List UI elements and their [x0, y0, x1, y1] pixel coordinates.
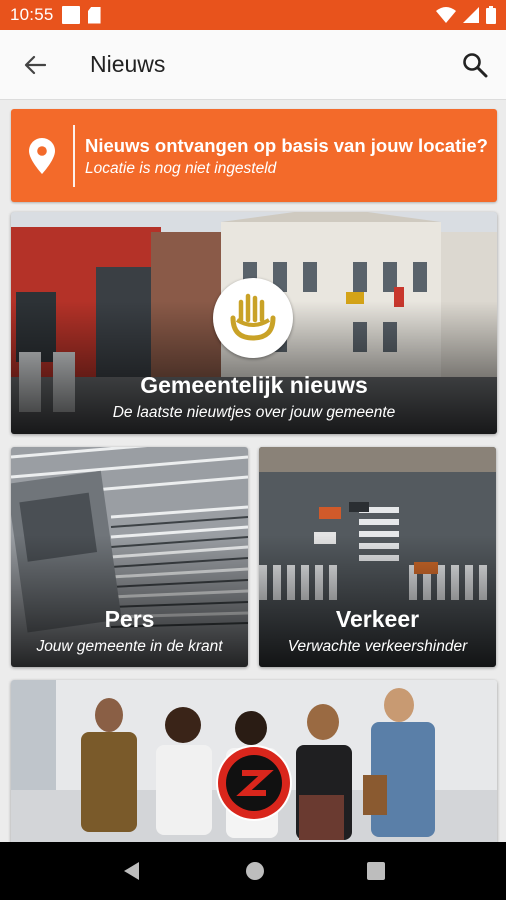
- card-subtitle: Verwachte verkeershinder: [287, 638, 468, 655]
- card-verkeer[interactable]: Verkeer Verwachte verkeershinder: [259, 447, 496, 667]
- back-arrow-icon: [24, 55, 46, 74]
- card-title: Gemeentelijk nieuws: [140, 372, 368, 398]
- search-button[interactable]: [444, 30, 506, 100]
- nav-home-icon[interactable]: [245, 861, 265, 881]
- card-pers[interactable]: Pers Jouw gemeente in de krant: [11, 447, 248, 667]
- back-button[interactable]: [0, 30, 70, 100]
- search-icon: [463, 52, 488, 77]
- status-time: 10:55: [10, 5, 54, 24]
- municipality-logo-icon: [213, 278, 293, 358]
- card-subtitle: De laatste nieuwtjes over jouw gemeente: [112, 404, 396, 421]
- card-gemeentelijk-nieuws[interactable]: Gemeentelijk nieuws De laatste nieuwtjes…: [11, 212, 497, 434]
- wifi-icon: [436, 7, 456, 23]
- status-bar: 10:55: [0, 0, 506, 30]
- nav-recents-icon[interactable]: [367, 862, 385, 880]
- page-title: Nieuws: [90, 51, 166, 77]
- signal-icon: [463, 7, 479, 23]
- sd-card-icon: [87, 6, 101, 24]
- battery-icon: [486, 6, 496, 24]
- notification-icon: [61, 6, 80, 24]
- app-bar: Nieuws: [0, 30, 506, 100]
- system-nav-bar: [0, 842, 506, 900]
- banner-title: Nieuws ontvangen op basis van jouw locat…: [85, 134, 488, 156]
- nav-back-icon[interactable]: [121, 860, 143, 882]
- card-subtitle: Jouw gemeente in de krant: [36, 638, 223, 655]
- card-title: Verkeer: [335, 606, 420, 632]
- shopping-logo-icon: [216, 745, 292, 821]
- card-shopping[interactable]: [11, 680, 497, 845]
- card-title: Pers: [104, 606, 155, 632]
- location-pin-icon: [11, 109, 73, 202]
- location-banner[interactable]: Nieuws ontvangen op basis van jouw locat…: [11, 109, 497, 202]
- banner-subtitle: Locatie is nog niet ingesteld: [85, 159, 277, 177]
